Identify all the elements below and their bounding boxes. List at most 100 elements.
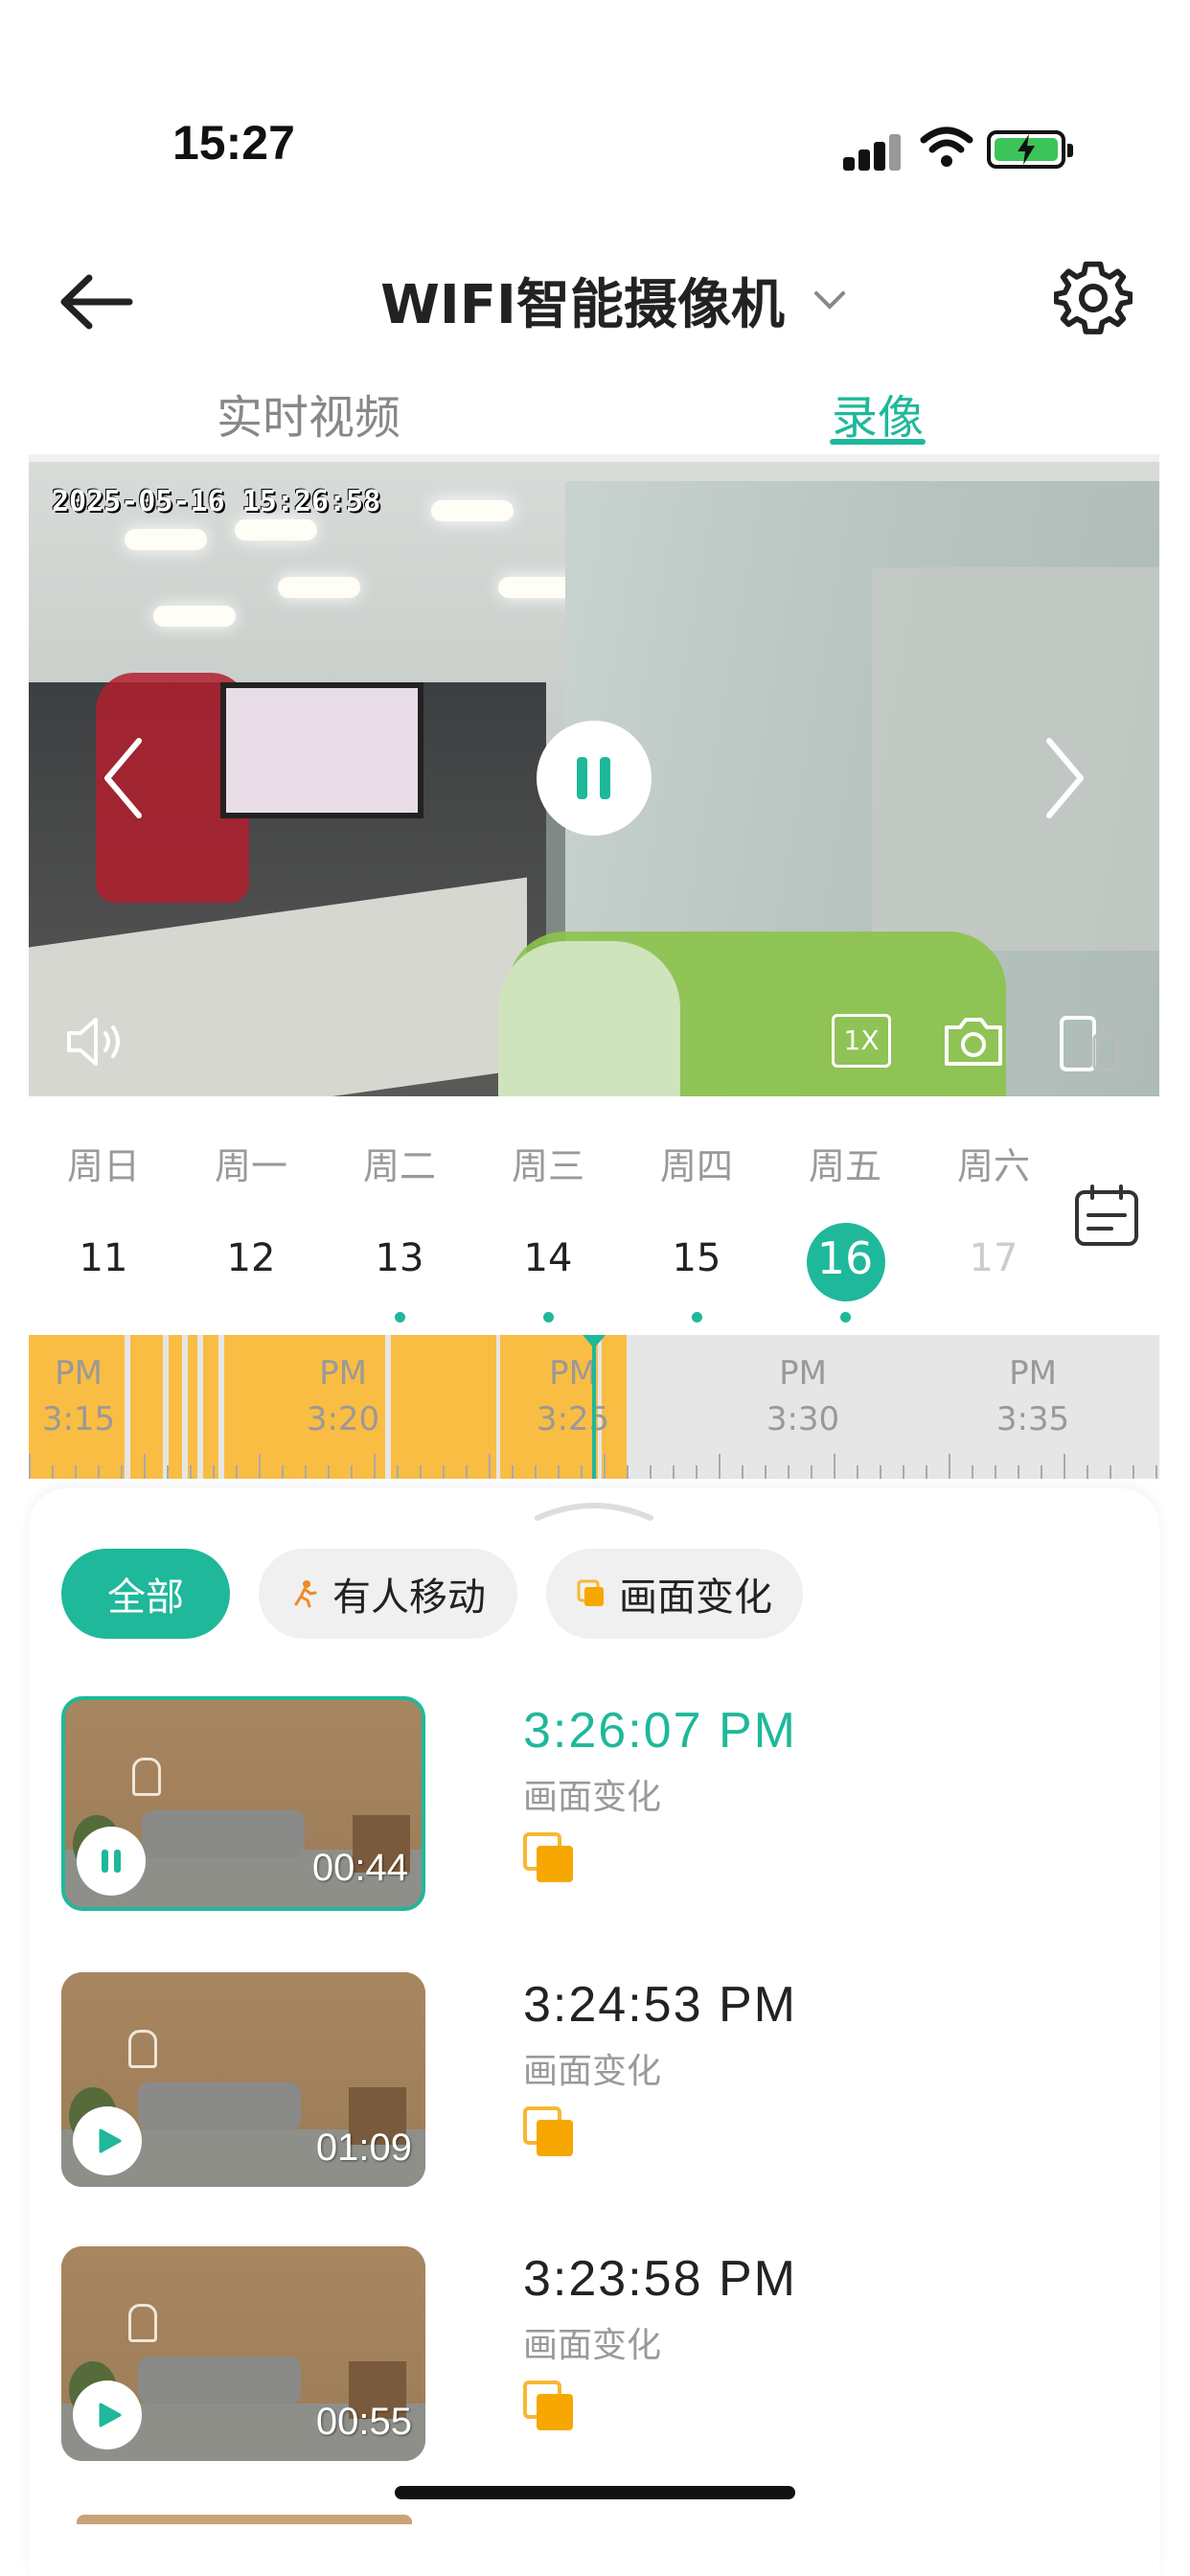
filter-label: 画面变化 bbox=[619, 1576, 772, 1620]
play-button[interactable] bbox=[73, 2380, 142, 2450]
speed-1x-button[interactable]: 1X bbox=[832, 1014, 891, 1068]
timeline-label: PM 3:25 bbox=[536, 1354, 610, 1438]
timeline-tick bbox=[1064, 1454, 1065, 1479]
video-player[interactable]: 2025-05-16 15:26:58 1X bbox=[29, 462, 1159, 1096]
timeline-tick bbox=[374, 1454, 376, 1479]
timeline-tick bbox=[627, 1465, 629, 1479]
timeline-tick bbox=[236, 1465, 238, 1479]
date-item[interactable]: 13 bbox=[361, 1236, 438, 1280]
timeline-tick bbox=[926, 1465, 927, 1479]
timeline-tick bbox=[1133, 1465, 1134, 1479]
timeline-tick bbox=[98, 1465, 100, 1479]
tab-recordings[interactable]: 录像 bbox=[832, 380, 924, 447]
timeline-tick bbox=[512, 1465, 514, 1479]
scene-change-icon bbox=[577, 1579, 604, 1606]
timeline-tick bbox=[466, 1465, 468, 1479]
timeline-tick bbox=[1110, 1465, 1111, 1479]
device-title[interactable]: WIFI智能摄像机 bbox=[364, 266, 862, 336]
pause-button[interactable] bbox=[537, 721, 652, 836]
chevron-down-icon bbox=[813, 291, 845, 310]
timeline-label: PM 3:20 bbox=[306, 1354, 380, 1438]
timeline-tick bbox=[972, 1465, 973, 1479]
date-item[interactable]: 14 bbox=[510, 1236, 586, 1280]
divider bbox=[29, 454, 1159, 462]
previous-arrow-icon[interactable] bbox=[96, 735, 153, 821]
next-arrow-icon[interactable] bbox=[1035, 735, 1092, 821]
filter-label: 有人移动 bbox=[332, 1576, 486, 1620]
volume-icon[interactable] bbox=[65, 1014, 128, 1070]
timeline-tick bbox=[121, 1465, 123, 1479]
recording-indicator-dot bbox=[543, 1312, 554, 1322]
home-indicator bbox=[395, 2486, 795, 2499]
gear-icon[interactable] bbox=[1054, 261, 1133, 339]
timeline-tick bbox=[581, 1465, 583, 1479]
recording-duration: 01:09 bbox=[315, 2127, 412, 2169]
timeline-tick bbox=[328, 1465, 330, 1479]
timeline-label: PM 3:35 bbox=[995, 1354, 1070, 1438]
timeline-tick bbox=[765, 1465, 767, 1479]
date-item[interactable]: 12 bbox=[213, 1236, 289, 1280]
filter-all-chip[interactable]: 全部 bbox=[61, 1549, 230, 1639]
recording-time[interactable]: 3:23:58 PM bbox=[523, 2250, 797, 2308]
timeline-tick bbox=[535, 1465, 537, 1479]
tab-active-indicator bbox=[830, 439, 926, 445]
timeline-tick bbox=[190, 1465, 192, 1479]
play-button[interactable] bbox=[73, 2106, 142, 2175]
recording-thumbnail[interactable]: 00:44 bbox=[61, 1696, 425, 1911]
timeline-tick bbox=[604, 1454, 606, 1479]
rotate-screen-icon[interactable] bbox=[1058, 1014, 1121, 1073]
timeline-tick bbox=[351, 1465, 353, 1479]
tab-live-video[interactable]: 实时视频 bbox=[217, 380, 400, 447]
recording-time[interactable]: 3:26:07 PM bbox=[523, 1702, 797, 1760]
video-timestamp: 2025-05-16 15:26:58 bbox=[52, 485, 381, 518]
scene-change-icon bbox=[523, 2106, 573, 2156]
timeline-tick bbox=[52, 1465, 54, 1479]
pause-button[interactable] bbox=[77, 1827, 146, 1896]
battery-icon bbox=[987, 130, 1073, 169]
recording-thumbnail[interactable]: 00:55 bbox=[61, 2246, 425, 2461]
weekday-label: 周二 bbox=[362, 1145, 436, 1187]
recording-thumbnail-partial bbox=[77, 2515, 412, 2524]
timeline-tick bbox=[1018, 1465, 1019, 1479]
timeline-tick bbox=[834, 1454, 835, 1479]
scene-change-icon bbox=[523, 1832, 573, 1882]
timeline-tick bbox=[29, 1454, 31, 1479]
recording-time[interactable]: 3:24:53 PM bbox=[523, 1976, 797, 2034]
timeline-label: PM 3:30 bbox=[766, 1354, 840, 1438]
recording-thumbnail[interactable]: 01:09 bbox=[61, 1972, 425, 2187]
timeline-tick bbox=[558, 1465, 560, 1479]
scene-change-icon bbox=[523, 2380, 573, 2430]
timeline-tick bbox=[1087, 1465, 1088, 1479]
timeline-tick bbox=[213, 1465, 215, 1479]
date-item[interactable]: 11 bbox=[65, 1236, 142, 1280]
weekday-label: 周日 bbox=[66, 1145, 140, 1187]
recording-timeline[interactable]: PM 3:15 PM 3:20 PM 3:25 PM 3:30 PM 3:35 bbox=[29, 1335, 1159, 1479]
playhead[interactable] bbox=[592, 1335, 596, 1479]
timeline-tick bbox=[259, 1454, 261, 1479]
date-item[interactable]: 15 bbox=[658, 1236, 735, 1280]
timeline-tick bbox=[788, 1465, 790, 1479]
timeline-tick bbox=[995, 1465, 996, 1479]
back-arrow-icon[interactable] bbox=[53, 268, 139, 335]
timeline-tick bbox=[696, 1465, 698, 1479]
timeline-tick bbox=[857, 1465, 858, 1479]
timeline-tick bbox=[443, 1465, 445, 1479]
timeline-tick bbox=[282, 1465, 284, 1479]
filter-person-motion-chip[interactable]: 有人移动 bbox=[259, 1549, 517, 1639]
recording-indicator-dot bbox=[395, 1312, 405, 1322]
camera-icon[interactable] bbox=[941, 1014, 1006, 1070]
weekday-label: 周四 bbox=[659, 1145, 733, 1187]
timeline-tick bbox=[397, 1465, 399, 1479]
filter-scene-change-chip[interactable]: 画面变化 bbox=[546, 1549, 803, 1639]
recording-duration: 00:44 bbox=[311, 1847, 408, 1889]
date-item-selected[interactable]: 16 bbox=[807, 1232, 883, 1284]
timeline-tick bbox=[949, 1454, 950, 1479]
weekday-label: 周三 bbox=[511, 1145, 584, 1187]
timeline-tick bbox=[650, 1465, 652, 1479]
timeline-tick bbox=[420, 1465, 422, 1479]
recording-type: 画面变化 bbox=[523, 2052, 662, 2091]
calendar-icon[interactable] bbox=[1073, 1184, 1140, 1248]
recording-type: 画面变化 bbox=[523, 1778, 662, 1817]
timeline-label: PM 3:15 bbox=[41, 1354, 116, 1438]
sheet-handle-icon[interactable] bbox=[532, 1497, 656, 1526]
